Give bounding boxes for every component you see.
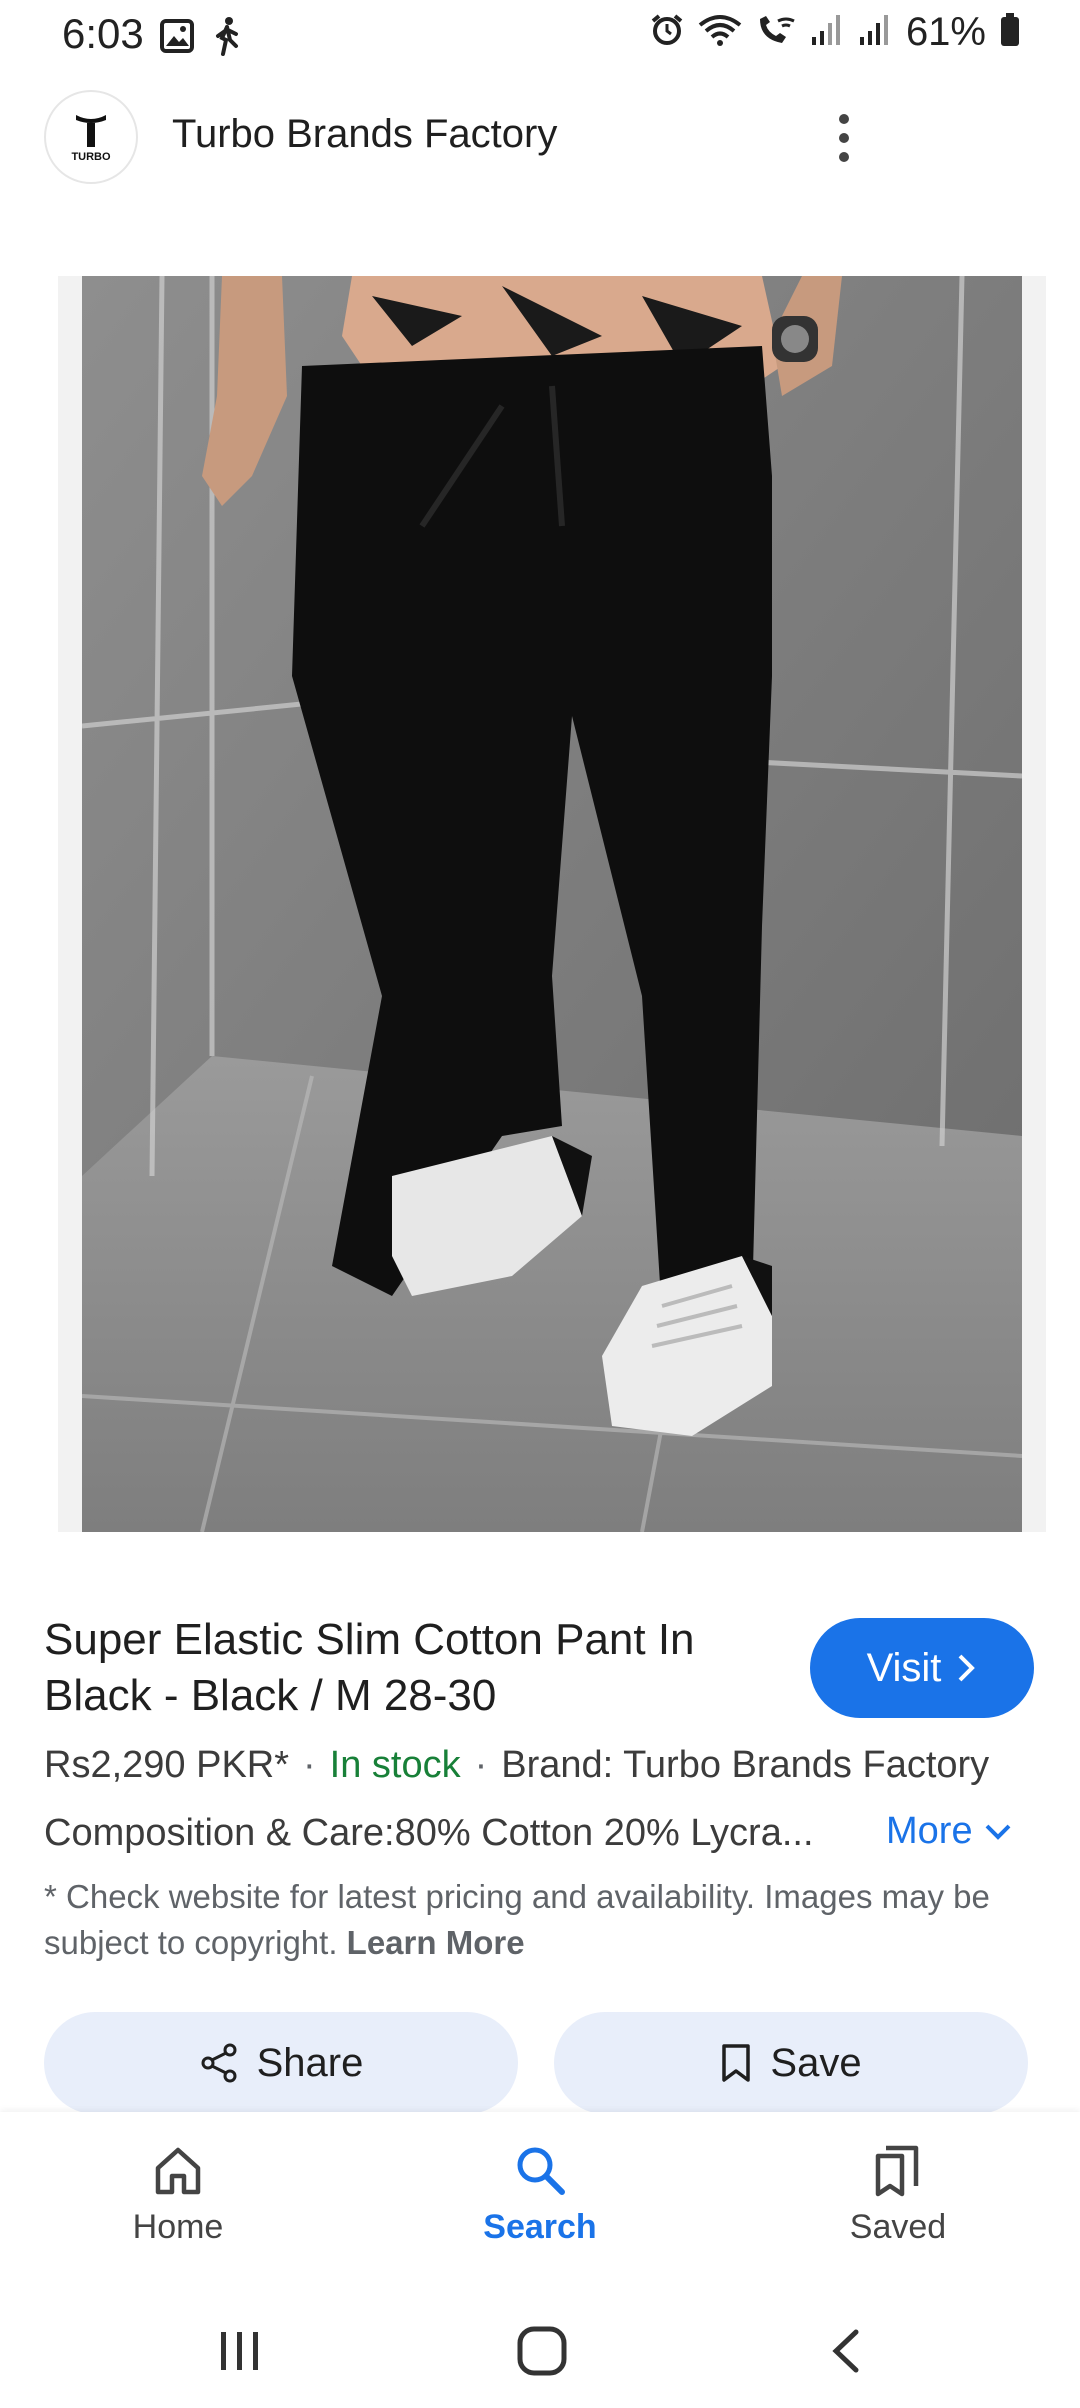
battery-icon [1000,13,1020,52]
nav-saved[interactable]: Saved [798,2142,998,2247]
search-icon [517,2147,565,2195]
save-label: Save [770,2040,862,2085]
alarm-icon [650,13,684,52]
nav-search[interactable]: Search [440,2142,640,2247]
walking-icon [212,16,242,61]
bookmark-icon [722,2044,751,2082]
back-button[interactable] [806,2316,886,2386]
system-home-icon [517,2326,567,2376]
system-home-button[interactable] [502,2316,582,2386]
signal-icon [858,13,892,52]
chevron-down-icon [985,1824,1010,1840]
back-icon [832,2329,859,2373]
product-description: Composition & Care:80% Cotton 20% Lycra.… [44,1812,814,1854]
learn-more-link[interactable]: Learn More [347,1924,525,1961]
signal-icon [810,13,844,52]
wifi-call-icon [756,13,796,52]
share-label: Share [256,2040,364,2085]
product-image[interactable] [82,276,1022,1532]
more-button[interactable]: More [886,1810,1013,1853]
more-label: More [886,1810,973,1852]
logo-text: TURBO [71,151,111,163]
product-image-frame [58,276,1046,1532]
site-title[interactable]: Turbo Brands Factory [172,112,557,157]
status-bar: 6:03 61% [0,0,1080,72]
recents-icon [221,2332,258,2370]
stock-status: In stock [329,1744,461,1786]
chevron-right-icon [959,1654,976,1682]
share-icon [201,2043,237,2083]
site-header: TURBO Turbo Brands Factory [0,88,1080,188]
nav-search-label: Search [483,2208,597,2246]
wifi-icon [698,13,742,52]
site-logo[interactable]: TURBO [44,90,138,184]
battery-percentage: 61% [905,10,986,54]
nav-home-label: Home [132,2208,224,2246]
status-time: 6:03 [62,10,144,57]
bottom-nav: Home Search Saved [0,2112,1080,2292]
product-meta: Rs2,290 PKR* · In stock · Brand: Turbo Brand… [44,1744,990,1786]
nav-saved-label: Saved [849,2208,947,2246]
nav-home[interactable]: Home [78,2142,278,2247]
system-nav-bar [0,2292,1080,2408]
more-vert-icon[interactable] [824,108,864,168]
visit-button[interactable]: Visit [810,1618,1034,1718]
product-title: Super Elastic Slim Cotton Pant In Black … [44,1615,695,1720]
turbo-logo-icon [76,115,106,147]
brand: Brand: Turbo Brands Factory [501,1744,990,1786]
share-button[interactable]: Share [44,2012,518,2114]
home-icon [155,2147,201,2195]
price: Rs2,290 PKR* [44,1744,290,1786]
disclaimer: * Check website for latest pricing and a… [44,1874,1034,1966]
recents-button[interactable] [200,2316,280,2386]
image-icon [160,19,194,58]
saved-icon [875,2145,919,2197]
visit-label: Visit [866,1645,942,1690]
save-button[interactable]: Save [554,2012,1028,2114]
